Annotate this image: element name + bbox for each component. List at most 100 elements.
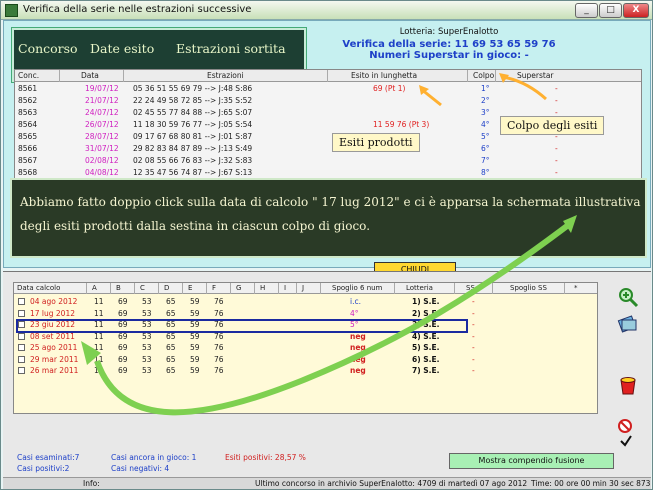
caption-estrazioni: Estrazioni sortita (176, 41, 286, 56)
cell-ss: - (472, 354, 475, 364)
selected-row-highlight (16, 319, 468, 333)
cell-data: 02/08/12 (85, 156, 119, 165)
cell-num: 11 (94, 308, 104, 318)
col-colpo[interactable]: Colpo (473, 71, 494, 80)
mostra-compendio-button[interactable]: Mostra compendio fusione (449, 453, 614, 469)
no-sign-icon[interactable] (617, 418, 633, 434)
col-spoglio-ss[interactable]: Spoglio SS (510, 284, 547, 292)
zoom-add-icon[interactable] (617, 286, 639, 308)
cell-num: 76 (214, 354, 224, 364)
cell-num: 53 (142, 343, 152, 352)
bottom-panel: Data calcolo A B C D E F G H I J Spoglio… (3, 271, 651, 489)
cell-lotteria: 7) S.E. (412, 366, 440, 375)
cell-num: 76 (214, 297, 224, 306)
col-superstar[interactable]: Superstar (517, 71, 554, 80)
row-checkbox[interactable] (18, 344, 25, 351)
col-h[interactable]: H (260, 284, 265, 292)
books-icon[interactable] (617, 312, 639, 334)
maximize-button[interactable]: □ (599, 3, 622, 18)
cell-data: 17 lug 2012 (30, 308, 75, 318)
col-e[interactable]: E (188, 284, 192, 292)
cell-num: 76 (214, 308, 224, 318)
cell-ss: - (555, 96, 558, 105)
cell-lotteria: 6) S.E. (412, 354, 440, 364)
app-icon (5, 4, 18, 17)
cell-estr: 09 17 67 68 80 81 --> J:01 S:87 (133, 132, 253, 141)
cell-colpo: 7° (481, 156, 490, 165)
casi-negativi: Casi negativi: 4 (111, 464, 170, 473)
table-row[interactable]: 29 mar 2011 11 69 53 65 59 76 neg 6) S.E. - (14, 354, 597, 365)
table-row[interactable]: 8566 31/07/12 29 82 83 84 87 89 --> J:13 S… (15, 143, 641, 155)
calcoli-grid[interactable]: Data calcolo A B C D E F G H I J Spoglio… (13, 282, 598, 414)
cell-esito: 11 59 76 (Pt 3) (373, 120, 430, 129)
cell-data: 04/08/12 (85, 168, 119, 177)
col-ss[interactable]: SS (466, 284, 475, 292)
row-checkbox[interactable] (18, 332, 25, 340)
col-conc[interactable]: Conc. (18, 71, 39, 80)
col-spoglio[interactable]: Spoglio 6 num (332, 284, 382, 292)
cell-num: 11 (94, 297, 104, 306)
superstar-label: Numeri Superstar in gioco: - (369, 50, 529, 61)
cell-data: 31/07/12 (85, 144, 119, 153)
close-button[interactable]: X (623, 3, 649, 18)
table-row[interactable]: 17 lug 2012 11 69 53 65 59 76 4° 2) S.E. - (14, 308, 597, 319)
cell-num: 11 (94, 343, 104, 352)
cell-ss: - (555, 168, 558, 177)
col-j[interactable]: J (302, 284, 304, 292)
note-box: Abbiamo fatto doppio click sulla data di… (10, 178, 647, 258)
cell-estr: 11 18 30 59 76 77 --> J:05 S:54 (133, 120, 253, 129)
cell-num: 69 (118, 343, 128, 352)
cell-conc: 8568 (18, 168, 38, 177)
row-checkbox[interactable] (18, 367, 25, 374)
bucket-icon[interactable] (617, 374, 639, 396)
cell-ss: - (472, 366, 475, 375)
cell-num: 53 (142, 366, 152, 375)
cell-conc: 8562 (18, 96, 38, 105)
cell-num: 59 (190, 297, 200, 306)
col-estrazioni[interactable]: Estrazioni (207, 71, 244, 80)
col-g[interactable]: G (236, 284, 241, 292)
top-panel: Concorso Date esito Estrazioni sortita L… (3, 20, 651, 277)
grid-header: Conc. Data Estrazioni Esito in lunghetta… (15, 70, 641, 82)
col-i[interactable]: I (284, 284, 286, 292)
status-bar: Info: Ultimo concorso in archivio SuperE… (3, 477, 653, 489)
col-star[interactable]: * (574, 284, 578, 292)
caption-date-esito: Date esito (90, 41, 155, 56)
cell-ss: - (472, 297, 475, 306)
col-d[interactable]: D (164, 284, 169, 292)
table-row[interactable]: 8567 02/08/12 02 08 55 66 76 83 --> J:32 S… (15, 155, 641, 167)
col-a[interactable]: A (92, 284, 97, 292)
cell-num: 65 (166, 297, 176, 306)
table-row[interactable]: 25 ago 2011 11 69 53 65 59 76 neg 5) S.E. - (14, 342, 597, 353)
table-row[interactable]: 26 mar 2011 11 69 53 65 59 76 neg 7) S.E. - (14, 365, 597, 376)
cell-conc: 8566 (18, 144, 38, 153)
cell-estr: 22 24 49 58 72 85 --> J:35 S:52 (133, 96, 253, 105)
row-checkbox[interactable] (18, 355, 25, 363)
col-data[interactable]: Data (81, 71, 99, 80)
cell-data: 29 mar 2011 (30, 354, 79, 364)
cell-colpo: 8° (481, 168, 490, 177)
col-esito[interactable]: Esito in lunghetta (351, 71, 417, 80)
row-checkbox[interactable] (18, 309, 25, 317)
table-row[interactable]: 04 ago 2012 11 69 53 65 59 76 i.c. 1) S.E. - (14, 296, 597, 307)
table-row[interactable]: 8561 19/07/12 05 36 51 55 69 79 --> J:48 S… (15, 83, 641, 95)
minimize-button[interactable]: _ (575, 3, 598, 18)
status-info: Info: (83, 479, 100, 488)
col-f[interactable]: F (212, 284, 216, 292)
cell-ss: - (555, 144, 558, 153)
col-b[interactable]: B (116, 284, 121, 292)
cell-ss: - (472, 331, 475, 341)
cell-data: 25 ago 2011 (30, 343, 78, 352)
caption-concorso: Concorso (18, 41, 78, 56)
esiti-positivi: Esiti positivi: 28,57 % (225, 453, 306, 462)
colpo-esiti-label: Colpo degli esiti (500, 116, 605, 135)
check-icon[interactable] (619, 434, 633, 448)
table-row[interactable]: 8562 21/07/12 22 24 49 58 72 85 --> J:35 S… (15, 95, 641, 107)
col-lotteria[interactable]: Lotteria (406, 284, 433, 292)
cell-num: 11 (94, 366, 104, 375)
col-data-calcolo[interactable]: Data calcolo (17, 284, 60, 292)
status-ultimo: Ultimo concorso in archivio SuperEnalott… (255, 479, 528, 488)
cell-num: 69 (118, 308, 128, 318)
col-c[interactable]: C (140, 284, 145, 292)
row-checkbox[interactable] (18, 298, 25, 305)
